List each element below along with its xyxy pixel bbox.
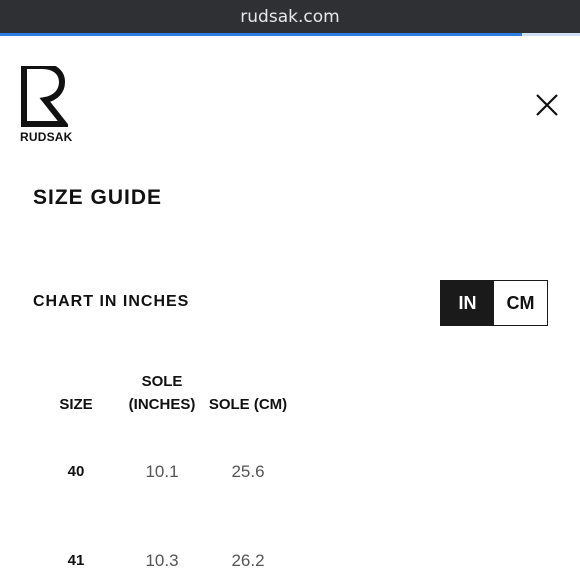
column-header-sole-cm: SOLE (CM) — [208, 396, 288, 413]
url-text: rudsak.com — [240, 6, 340, 27]
chart-unit-label: CHART IN INCHES — [33, 293, 190, 310]
rudsak-logo[interactable]: RUDSAK — [20, 66, 73, 144]
page-title: SIZE GUIDE — [33, 186, 163, 209]
logo-text: RUDSAK — [20, 130, 73, 144]
close-button[interactable] — [534, 92, 560, 118]
table-cell-size: 41 — [67, 552, 85, 569]
table-cell-sole-cm: 26.2 — [231, 551, 265, 570]
page-load-progress-fill — [0, 33, 522, 36]
close-icon — [536, 94, 558, 116]
column-header-sole-inches-line1: SOLE — [141, 373, 183, 390]
page-load-progress — [0, 33, 580, 36]
column-header-sole-inches-line2: (INCHES) — [128, 396, 196, 413]
table-cell-sole-cm: 25.6 — [231, 462, 265, 481]
table-cell-sole-inches: 10.3 — [145, 551, 179, 570]
table-cell-sole-inches: 10.1 — [145, 462, 179, 481]
unit-option-cm[interactable]: CM — [494, 281, 547, 325]
unit-option-in[interactable]: IN — [441, 281, 494, 325]
logo-r-mark — [21, 66, 68, 127]
column-header-size: SIZE — [59, 396, 93, 413]
table-cell-size: 40 — [67, 463, 85, 480]
unit-toggle[interactable]: IN CM — [440, 280, 548, 326]
url-bar[interactable]: rudsak.com — [0, 0, 580, 33]
